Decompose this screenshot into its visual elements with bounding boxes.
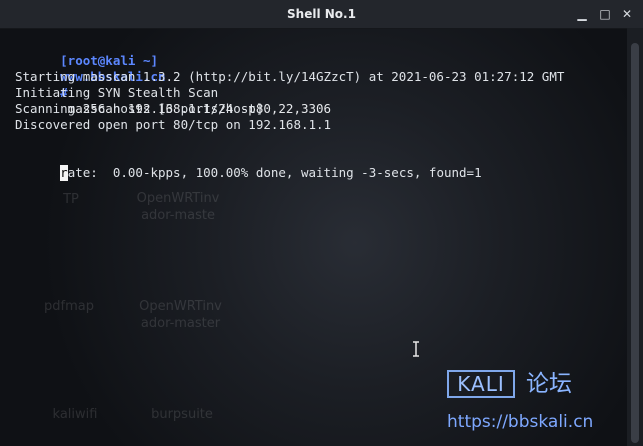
terminal-window: TP OpenWRTinv ador-maste pdfmap OpenWRTi… — [0, 0, 643, 446]
output-line-3: Scanning 256 hosts [3 ports/host] — [15, 101, 264, 116]
kali-badge: KALI — [447, 370, 515, 398]
output-line-1: Starting masscan 1.3.2 (http://bit.ly/14… — [15, 69, 565, 84]
prompt-line-2: www.bbskali.cn # masscan 192.168.1.1/24 … — [15, 53, 331, 116]
window-title: Shell No.1 — [287, 7, 356, 21]
forum-label: 论坛 — [526, 371, 572, 397]
watermark: KALI 论坛 https://bbskali.cn — [447, 366, 627, 438]
site-url: https://bbskali.cn — [447, 412, 594, 432]
terminal-scrollbar[interactable] — [627, 28, 643, 446]
output-line-4: Discovered open port 80/tcp on 192.168.1… — [15, 117, 332, 132]
title-bar[interactable]: Shell No.1 ▁ □ ✕ — [0, 0, 643, 29]
maximize-icon[interactable]: □ — [598, 7, 612, 21]
close-icon[interactable]: ✕ — [620, 7, 634, 21]
ibeam-cursor-icon — [413, 341, 419, 357]
status-line: rate: 0.00-kpps, 100.00% done, waiting -… — [15, 149, 482, 181]
scrollbar-thumb[interactable] — [631, 43, 639, 443]
text-cursor: r — [60, 165, 68, 181]
minimize-icon[interactable]: ▁ — [575, 7, 589, 21]
output-line-2: Initiating SYN Stealth Scan — [15, 85, 219, 100]
status-text: ate: 0.00-kpps, 100.00% done, waiting -3… — [67, 165, 482, 180]
prompt-line-1: [root@kali ~] — [15, 37, 158, 68]
